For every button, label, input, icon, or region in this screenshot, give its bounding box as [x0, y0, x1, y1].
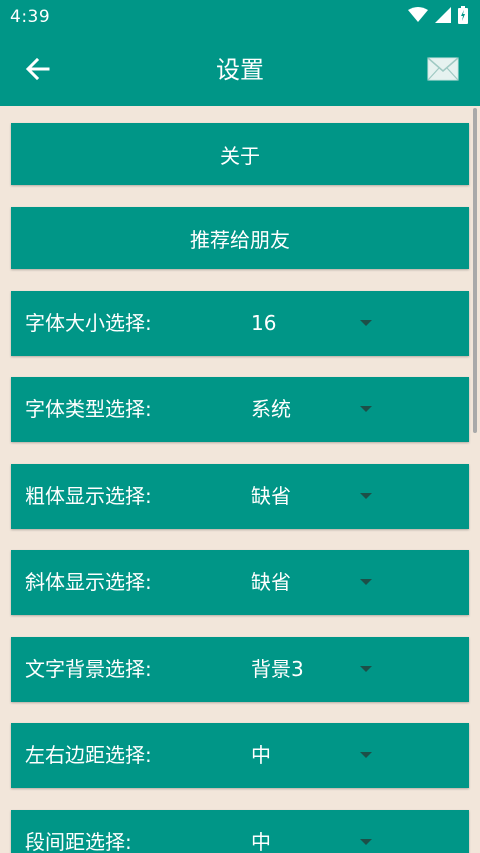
wifi-icon	[408, 7, 428, 27]
about-button[interactable]: 关于	[11, 123, 469, 185]
margin-setting[interactable]: 左右边距选择: 中	[11, 723, 469, 788]
settings-list: 关于 推荐给朋友 字体大小选择: 16 字体类型选择: 系统 粗体显示选择: 缺…	[0, 106, 480, 853]
bold-setting[interactable]: 粗体显示选择: 缺省	[11, 464, 469, 529]
setting-label: 字体大小选择:	[25, 311, 152, 335]
dropdown-caret-icon	[360, 493, 372, 499]
font-type-setting[interactable]: 字体类型选择: 系统	[11, 377, 469, 442]
setting-label: 段间距选择:	[25, 830, 132, 853]
dropdown-caret-icon	[360, 666, 372, 672]
setting-label: 字体类型选择:	[25, 397, 152, 421]
setting-value: 背景3	[251, 657, 304, 681]
setting-value: 系统	[251, 397, 291, 421]
text-background-setting[interactable]: 文字背景选择: 背景3	[11, 637, 469, 702]
status-time: 4:39	[10, 7, 51, 27]
status-icons	[408, 6, 468, 28]
setting-label: 斜体显示选择:	[25, 570, 152, 594]
recommend-button[interactable]: 推荐给朋友	[11, 207, 469, 269]
scrollbar[interactable]	[473, 108, 477, 433]
signal-icon	[435, 7, 451, 27]
font-size-setting[interactable]: 字体大小选择: 16	[11, 291, 469, 356]
setting-label: 粗体显示选择:	[25, 484, 152, 508]
dropdown-caret-icon	[360, 752, 372, 758]
dropdown-caret-icon	[360, 579, 372, 585]
paragraph-spacing-setting[interactable]: 段间距选择: 中	[11, 810, 469, 853]
status-bar: 4:39	[0, 0, 480, 34]
setting-value: 缺省	[251, 484, 291, 508]
battery-icon	[458, 6, 468, 28]
dropdown-caret-icon	[360, 320, 372, 326]
setting-value: 16	[251, 311, 277, 335]
dropdown-caret-icon	[360, 406, 372, 412]
setting-label: 文字背景选择:	[25, 657, 152, 681]
italic-setting[interactable]: 斜体显示选择: 缺省	[11, 550, 469, 615]
setting-value: 缺省	[251, 570, 291, 594]
setting-value: 中	[251, 830, 271, 853]
mail-button[interactable]	[426, 56, 460, 86]
mail-icon	[427, 57, 459, 85]
setting-value: 中	[251, 743, 271, 767]
setting-label: 左右边距选择:	[25, 743, 152, 767]
app-bar: 设置	[0, 34, 480, 106]
dropdown-caret-icon	[360, 839, 372, 845]
page-title: 设置	[216, 56, 264, 84]
